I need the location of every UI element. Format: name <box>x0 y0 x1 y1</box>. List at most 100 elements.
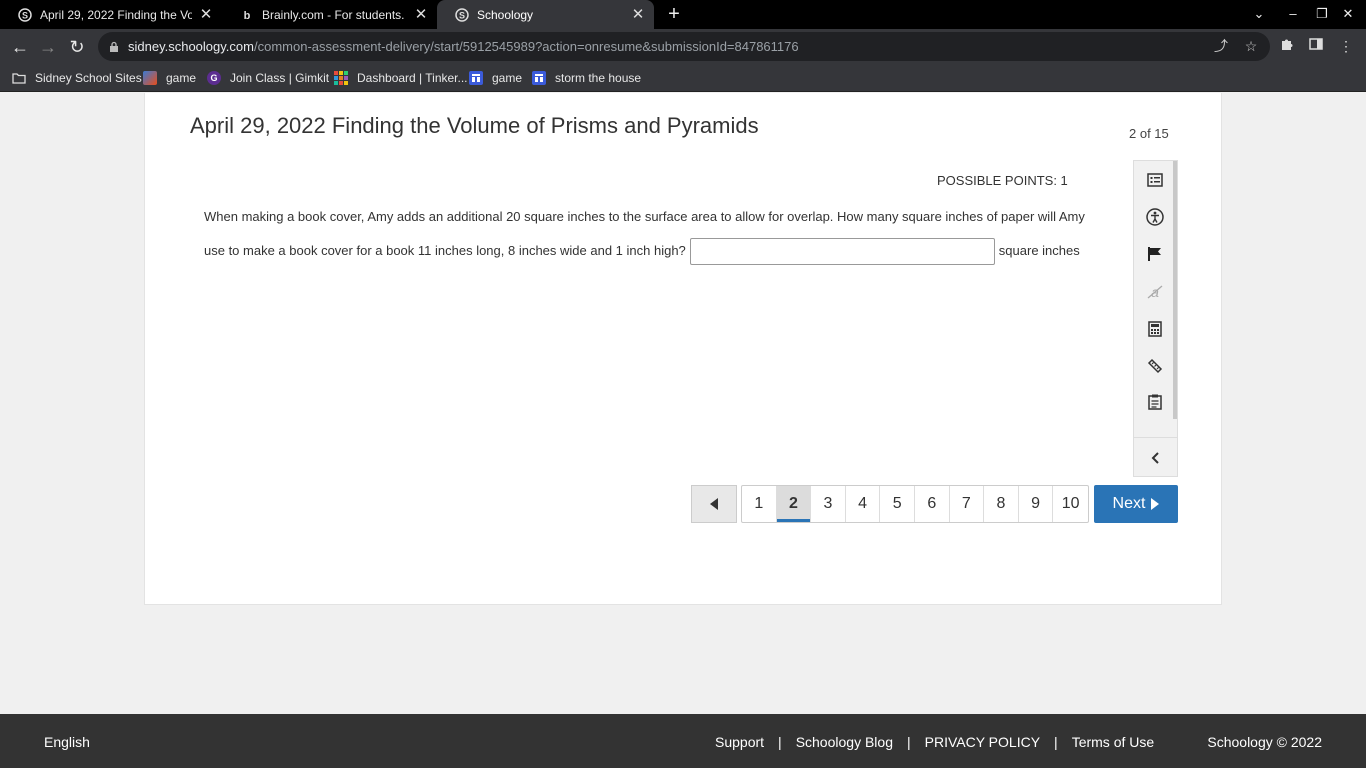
bookmark-sidney-school-sites[interactable]: Sidney School Sites <box>12 68 142 88</box>
svg-text:S: S <box>459 10 465 20</box>
bookmark-tinkercad[interactable]: Dashboard | Tinker... <box>334 68 468 88</box>
caret-right-icon <box>1151 498 1160 510</box>
page-button-2[interactable]: 2 <box>776 486 812 522</box>
page-button-7[interactable]: 7 <box>950 486 985 522</box>
browser-toolbar: ← → ↻ sidney.schoology.com/common-assess… <box>0 29 1366 64</box>
page-numbers: 1 2 3 4 5 6 7 8 9 10 <box>741 485 1089 523</box>
answer-unit: square inches <box>998 243 1080 258</box>
address-bar[interactable]: sidney.schoology.com/common-assessment-d… <box>98 32 1270 61</box>
footer-link-support[interactable]: Support <box>715 734 764 750</box>
tool-rail: a <box>1133 160 1178 477</box>
copyright: Schoology © 2022 <box>1207 734 1322 750</box>
collapse-chevron-icon[interactable] <box>1145 448 1165 468</box>
tab-search-chevron-icon[interactable]: ⌄ <box>1248 4 1270 24</box>
browser-tab-strip: S April 29, 2022 Finding the Volum ✕ b B… <box>0 0 1366 29</box>
lock-icon[interactable] <box>108 40 120 52</box>
bookmark-game-2[interactable]: game <box>469 68 522 88</box>
game-icon <box>143 71 157 85</box>
notepad-icon[interactable] <box>1145 392 1165 412</box>
footer-link-terms[interactable]: Terms of Use <box>1072 734 1154 750</box>
page-title: April 29, 2022 Finding the Volume of Pri… <box>190 113 759 138</box>
bookmark-star-icon[interactable]: ☆ <box>1242 37 1260 55</box>
footer-separator: | <box>1054 734 1058 750</box>
question-list-icon[interactable] <box>1145 170 1165 190</box>
page-button-8[interactable]: 8 <box>984 486 1019 522</box>
svg-text:b: b <box>244 10 251 21</box>
question-position: 2 of 15 <box>1129 126 1169 141</box>
page-button-4[interactable]: 4 <box>846 486 881 522</box>
tab-title: April 29, 2022 Finding the Volum <box>40 7 192 22</box>
page-button-10[interactable]: 10 <box>1053 486 1088 522</box>
bookmark-label: Sidney School Sites <box>35 71 142 85</box>
page-icon <box>532 71 546 85</box>
bookmark-label: storm the house <box>555 71 642 85</box>
reload-icon[interactable]: ↻ <box>66 36 88 58</box>
extensions-puzzle-icon[interactable] <box>1278 37 1296 55</box>
question-line-2-text: use to make a book cover for a book 11 i… <box>204 243 686 258</box>
window-close-icon[interactable]: ✕ <box>1337 4 1359 24</box>
next-button[interactable]: Next <box>1094 485 1178 523</box>
footer-link-blog[interactable]: Schoology Blog <box>796 734 893 750</box>
bookmark-game[interactable]: game <box>143 68 196 88</box>
minimize-icon[interactable]: – <box>1282 4 1304 24</box>
page-button-6[interactable]: 6 <box>915 486 950 522</box>
answer-input[interactable] <box>689 238 995 266</box>
next-button-label: Next <box>1112 495 1146 512</box>
close-icon[interactable]: ✕ <box>198 6 214 23</box>
footer-link-privacy[interactable]: PRIVACY POLICY <box>925 734 1040 750</box>
schoology-icon: S <box>17 7 33 23</box>
footer-links: Support | Schoology Blog | PRIVACY POLIC… <box>715 734 1154 750</box>
tinkercad-icon <box>334 71 348 85</box>
question-line-2: use to make a book cover for a book 11 i… <box>204 234 1080 268</box>
page-button-1[interactable]: 1 <box>742 486 777 522</box>
more-menu-icon[interactable]: ⋮ <box>1337 37 1355 55</box>
bookmarks-bar: Sidney School Sites game G Join Class | … <box>0 64 1366 92</box>
bookmark-gimkit[interactable]: G Join Class | Gimkit <box>207 68 329 88</box>
side-panel-icon[interactable] <box>1307 37 1325 55</box>
folder-icon <box>12 71 26 85</box>
ruler-icon[interactable] <box>1145 356 1165 376</box>
browser-tab-3[interactable]: S Schoology ✕ <box>437 0 654 29</box>
page-icon <box>469 71 483 85</box>
bookmark-label: game <box>492 71 523 85</box>
question-text: When making a book cover, Amy adds an ad… <box>204 200 1085 268</box>
caret-left-icon <box>710 498 718 510</box>
tool-rail-divider <box>1134 437 1177 438</box>
brainly-icon: b <box>239 7 255 23</box>
footer-separator: | <box>778 734 782 750</box>
assessment-card: April 29, 2022 Finding the Volume of Pri… <box>144 93 1222 605</box>
svg-text:S: S <box>22 10 28 20</box>
forward-arrow-icon[interactable]: → <box>37 36 59 58</box>
previous-button[interactable] <box>691 485 737 523</box>
new-tab-plus-icon[interactable]: + <box>664 4 684 24</box>
language-selector[interactable]: English <box>44 734 90 750</box>
tool-rail-scrollbar[interactable] <box>1173 161 1177 419</box>
close-icon[interactable]: ✕ <box>630 6 646 23</box>
flag-icon[interactable] <box>1145 244 1165 264</box>
browser-tab-2[interactable]: b Brainly.com - For students. By st ✕ <box>222 0 437 29</box>
browser-tab-1[interactable]: S April 29, 2022 Finding the Volum ✕ <box>0 0 222 29</box>
calculator-icon[interactable] <box>1145 319 1165 339</box>
schoology-icon: S <box>454 7 470 23</box>
back-arrow-icon[interactable]: ← <box>9 36 31 58</box>
bookmark-storm-the-house[interactable]: storm the house <box>532 68 641 88</box>
page-button-9[interactable]: 9 <box>1019 486 1054 522</box>
share-icon[interactable]: ⤴ <box>1212 37 1230 55</box>
possible-points: POSSIBLE POINTS: 1 <box>937 173 1068 188</box>
bookmark-label: Join Class | Gimkit <box>230 71 330 85</box>
bookmark-label: Dashboard | Tinker... <box>357 71 468 85</box>
footer-separator: | <box>906 734 911 750</box>
page-button-5[interactable]: 5 <box>880 486 915 522</box>
page-button-3[interactable]: 3 <box>811 486 846 522</box>
gimkit-icon: G <box>207 71 221 85</box>
tab-title: Schoology <box>477 7 534 22</box>
tab-title: Brainly.com - For students. By st <box>262 7 407 22</box>
bookmark-label: game <box>166 71 197 85</box>
restore-icon[interactable]: ❐ <box>1311 4 1333 24</box>
strikethrough-icon[interactable]: a <box>1145 282 1165 302</box>
site-footer: English Support | Schoology Blog | PRIVA… <box>0 714 1366 768</box>
close-icon[interactable]: ✕ <box>413 6 429 23</box>
url-text: sidney.schoology.com/common-assessment-d… <box>128 39 799 54</box>
accessibility-icon[interactable] <box>1145 207 1165 227</box>
question-line-1: When making a book cover, Amy adds an ad… <box>204 209 1085 224</box>
